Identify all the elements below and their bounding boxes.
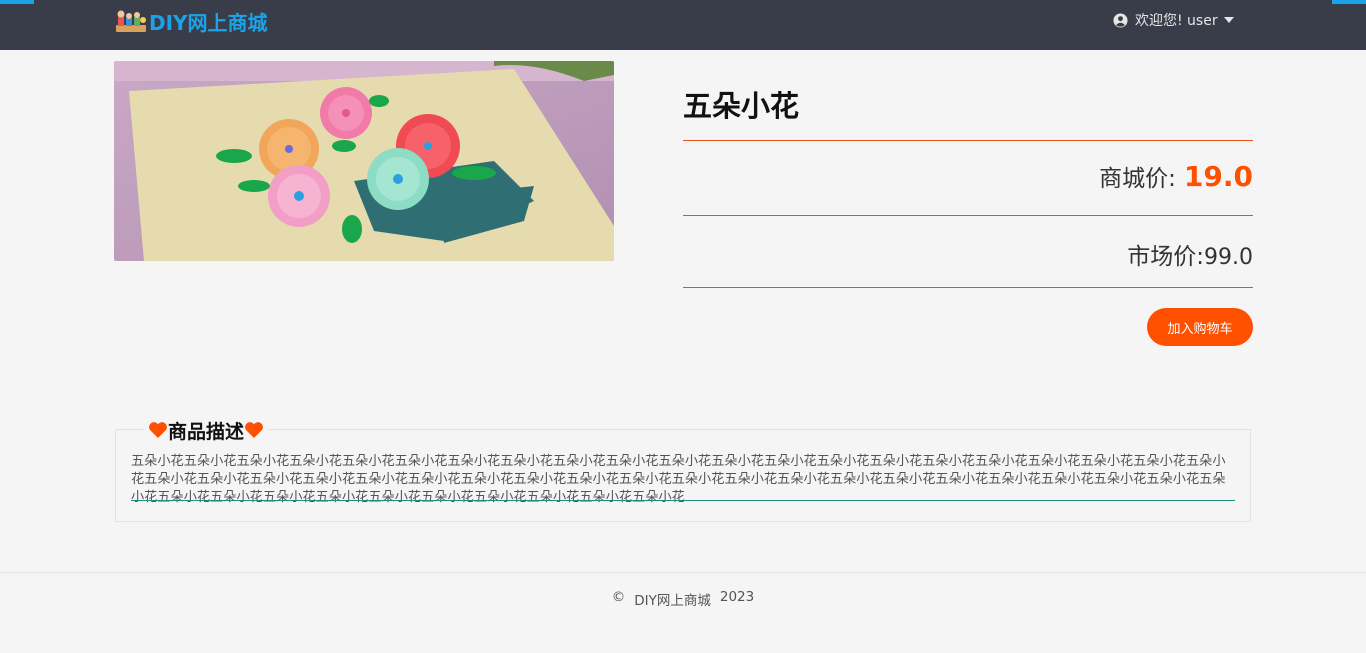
footer: © DIY网上商城 2023 xyxy=(0,589,1366,609)
top-navbar: DIY网上商城 欢迎您! user xyxy=(0,0,1366,50)
heart-icon xyxy=(245,422,263,438)
footer-divider xyxy=(0,572,1366,573)
mall-price-value: 19.0 xyxy=(1183,160,1253,193)
user-menu[interactable]: 欢迎您! user xyxy=(1113,10,1234,30)
footer-site-name: DIY网上商城 xyxy=(634,593,711,609)
product-title: 五朵小花 xyxy=(683,89,800,123)
site-logo-text: DIY网上商城 xyxy=(149,10,268,35)
divider xyxy=(683,215,1253,216)
copyright-symbol: © xyxy=(611,589,626,605)
description-underline xyxy=(131,500,1235,501)
add-to-cart-button[interactable]: 加入购物车 xyxy=(1147,308,1253,346)
market-price-row: 市场价: 99.0 xyxy=(1127,237,1253,271)
product-photo xyxy=(114,61,614,261)
heart-icon xyxy=(149,422,167,438)
divider xyxy=(683,287,1253,288)
navbar-accent-left xyxy=(0,0,34,4)
market-price-label: 市场价: xyxy=(1127,244,1205,270)
description-text: 五朵小花五朵小花五朵小花五朵小花五朵小花五朵小花五朵小花五朵小花五朵小花五朵小花… xyxy=(131,454,1226,505)
user-greeting: 欢迎您! user xyxy=(1135,13,1218,29)
navbar-accent-right xyxy=(1332,0,1366,4)
craft-logo-icon xyxy=(116,10,146,32)
mall-price-label: 商城价: xyxy=(1099,166,1176,192)
mall-price-row: 商城价: 19.0 xyxy=(1099,159,1253,193)
market-price-value: 99.0 xyxy=(1204,245,1253,270)
description-box: 商品描述 五朵小花五朵小花五朵小花五朵小花五朵小花五朵小花五朵小花五朵小花五朵小… xyxy=(115,417,1251,522)
site-logo[interactable]: DIY网上商城 xyxy=(115,6,268,36)
product-image xyxy=(114,61,614,261)
footer-year: 2023 xyxy=(719,589,755,605)
user-circle-icon xyxy=(1113,12,1128,28)
caret-down-icon xyxy=(1223,17,1234,23)
description-heading: 商品描述 xyxy=(144,417,269,443)
divider xyxy=(683,140,1253,141)
description-heading-text: 商品描述 xyxy=(168,420,245,443)
